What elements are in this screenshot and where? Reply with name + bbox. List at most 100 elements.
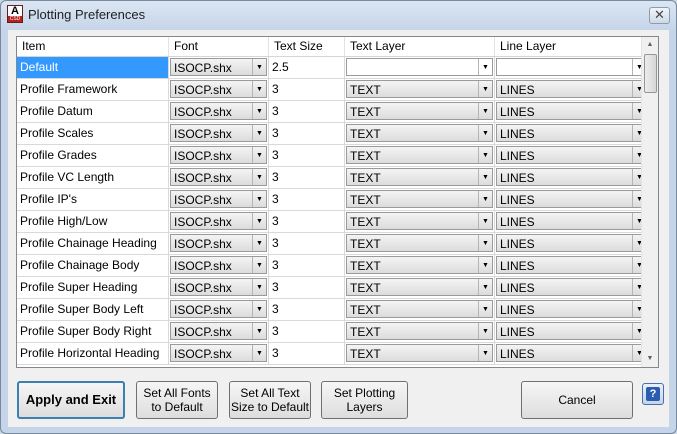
item-cell[interactable]: Profile Chainage Body [17,255,169,277]
dropdown-arrow-icon[interactable]: ▼ [252,345,266,361]
cancel-button[interactable]: Cancel [521,381,633,419]
line-layer-dropdown[interactable]: LINES ▼ [496,80,647,98]
table-row[interactable]: Profile Super Heading ISOCP.shx ▼ 3 TEXT ▼ LIN… [17,277,649,299]
text-size-input[interactable]: 3 [269,79,345,101]
line-layer-dropdown[interactable]: LINES ▼ [496,168,647,186]
text-size-input[interactable]: 3 [269,299,345,321]
dropdown-arrow-icon[interactable]: ▼ [252,103,266,119]
table-row[interactable]: Default ISOCP.shx ▼ 2.5 ▼ ▼ [17,57,649,79]
set-all-fonts-default-button[interactable]: Set All Fonts to Default [136,381,218,419]
dropdown-arrow-icon[interactable]: ▼ [478,323,492,339]
dropdown-arrow-icon[interactable]: ▼ [252,169,266,185]
dropdown-arrow-icon[interactable]: ▼ [252,125,266,141]
dropdown-arrow-icon[interactable]: ▼ [478,103,492,119]
text-size-input[interactable]: 3 [269,321,345,343]
item-cell[interactable]: Profile Framework [17,79,169,101]
text-size-input[interactable]: 3 [269,189,345,211]
line-layer-dropdown[interactable]: LINES ▼ [496,256,647,274]
item-cell[interactable]: Profile High/Low [17,211,169,233]
line-layer-dropdown[interactable]: ▼ [496,58,647,76]
item-cell[interactable]: Profile Super Body Right [17,321,169,343]
text-layer-dropdown[interactable]: TEXT ▼ [346,80,493,98]
item-cell[interactable]: Profile VC Length [17,167,169,189]
dropdown-arrow-icon[interactable]: ▼ [478,257,492,273]
dropdown-arrow-icon[interactable]: ▼ [478,345,492,361]
text-size-input[interactable]: 3 [269,101,345,123]
text-size-input[interactable]: 3 [269,233,345,255]
text-layer-dropdown[interactable]: TEXT ▼ [346,212,493,230]
text-layer-dropdown[interactable]: TEXT ▼ [346,300,493,318]
column-header-text-layer[interactable]: Text Layer [345,37,495,56]
font-dropdown[interactable]: ISOCP.shx ▼ [170,146,267,164]
column-header-line-layer[interactable]: Line Layer [495,37,649,56]
item-cell[interactable]: Default [17,57,169,79]
text-layer-dropdown[interactable]: TEXT ▼ [346,190,493,208]
font-dropdown[interactable]: ISOCP.shx ▼ [170,58,267,76]
text-layer-dropdown[interactable]: TEXT ▼ [346,234,493,252]
table-row[interactable]: Profile Scales ISOCP.shx ▼ 3 TEXT ▼ LINES ▼ [17,123,649,145]
dropdown-arrow-icon[interactable]: ▼ [252,81,266,97]
help-button[interactable]: ? [642,383,664,405]
dropdown-arrow-icon[interactable]: ▼ [478,125,492,141]
dropdown-arrow-icon[interactable]: ▼ [478,191,492,207]
table-row[interactable]: Profile Chainage Body ISOCP.shx ▼ 3 TEXT ▼ LIN… [17,255,649,277]
text-size-input[interactable]: 3 [269,277,345,299]
font-dropdown[interactable]: ISOCP.shx ▼ [170,168,267,186]
line-layer-dropdown[interactable]: LINES ▼ [496,212,647,230]
table-row[interactable]: Profile Super Body Left ISOCP.shx ▼ 3 TEXT ▼ L… [17,299,649,321]
dropdown-arrow-icon[interactable]: ▼ [252,213,266,229]
scroll-up-icon[interactable]: ▲ [642,37,658,53]
table-row[interactable]: Profile Framework ISOCP.shx ▼ 3 TEXT ▼ LINES ▼ [17,79,649,101]
font-dropdown[interactable]: ISOCP.shx ▼ [170,234,267,252]
line-layer-dropdown[interactable]: LINES ▼ [496,146,647,164]
line-layer-dropdown[interactable]: LINES ▼ [496,344,647,362]
dropdown-arrow-icon[interactable]: ▼ [252,301,266,317]
line-layer-dropdown[interactable]: LINES ▼ [496,322,647,340]
scroll-down-icon[interactable]: ▼ [642,351,658,367]
item-cell[interactable]: Profile IP's [17,189,169,211]
dropdown-arrow-icon[interactable]: ▼ [478,147,492,163]
text-layer-dropdown[interactable]: TEXT ▼ [346,168,493,186]
font-dropdown[interactable]: ISOCP.shx ▼ [170,102,267,120]
table-row[interactable]: Profile IP's ISOCP.shx ▼ 3 TEXT ▼ LINES ▼ [17,189,649,211]
font-dropdown[interactable]: ISOCP.shx ▼ [170,300,267,318]
dropdown-arrow-icon[interactable]: ▼ [252,257,266,273]
vertical-scrollbar[interactable]: ▲ ▼ [641,37,658,367]
dropdown-arrow-icon[interactable]: ▼ [252,191,266,207]
column-header-font[interactable]: Font [169,37,269,56]
table-row[interactable]: Profile Datum ISOCP.shx ▼ 3 TEXT ▼ LINES ▼ [17,101,649,123]
dropdown-arrow-icon[interactable]: ▼ [252,59,266,75]
font-dropdown[interactable]: ISOCP.shx ▼ [170,278,267,296]
text-layer-dropdown[interactable]: ▼ [346,58,493,76]
font-dropdown[interactable]: ISOCP.shx ▼ [170,190,267,208]
dropdown-arrow-icon[interactable]: ▼ [478,81,492,97]
scrollbar-thumb[interactable] [644,54,657,93]
item-cell[interactable]: Profile Horizontal Heading [17,343,169,365]
dropdown-arrow-icon[interactable]: ▼ [252,147,266,163]
text-size-input[interactable]: 3 [269,123,345,145]
dropdown-arrow-icon[interactable]: ▼ [252,279,266,295]
text-size-input[interactable]: 2.5 [269,57,345,79]
dropdown-arrow-icon[interactable]: ▼ [252,323,266,339]
column-header-text-size[interactable]: Text Size [269,37,345,56]
line-layer-dropdown[interactable]: LINES ▼ [496,124,647,142]
dropdown-arrow-icon[interactable]: ▼ [478,235,492,251]
item-cell[interactable]: Profile Chainage Heading [17,233,169,255]
set-plotting-layers-button[interactable]: Set Plotting Layers [321,381,408,419]
font-dropdown[interactable]: ISOCP.shx ▼ [170,322,267,340]
item-cell[interactable]: Profile Datum [17,101,169,123]
table-row[interactable]: Profile Horizontal Heading ISOCP.shx ▼ 3 TEX… [17,343,649,365]
font-dropdown[interactable]: ISOCP.shx ▼ [170,80,267,98]
text-layer-dropdown[interactable]: TEXT ▼ [346,146,493,164]
line-layer-dropdown[interactable]: LINES ▼ [496,190,647,208]
text-size-input[interactable]: 3 [269,167,345,189]
item-cell[interactable]: Profile Super Heading [17,277,169,299]
text-size-input[interactable]: 3 [269,145,345,167]
font-dropdown[interactable]: ISOCP.shx ▼ [170,124,267,142]
item-cell[interactable]: Profile Scales [17,123,169,145]
table-row[interactable]: Profile High/Low ISOCP.shx ▼ 3 TEXT ▼ LINES ▼ [17,211,649,233]
text-layer-dropdown[interactable]: TEXT ▼ [346,344,493,362]
line-layer-dropdown[interactable]: LINES ▼ [496,300,647,318]
column-header-item[interactable]: Item [17,37,169,56]
line-layer-dropdown[interactable]: LINES ▼ [496,102,647,120]
